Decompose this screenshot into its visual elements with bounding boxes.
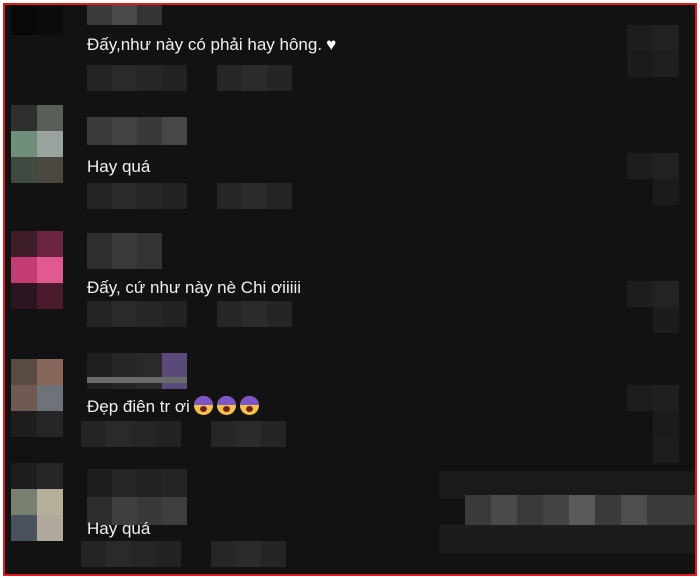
avatar-pixelated[interactable] [11,105,75,183]
comment-text: Hay quá [87,157,151,176]
pixel-cell [491,495,517,525]
white-heart-icon: ♥ [326,35,337,54]
screaming-face-icon [193,396,213,415]
comment-text: Đấy,như này có phải hay hông. ♥ [87,35,337,54]
like-controls-pixelated[interactable] [627,25,687,545]
comment-text: Hay quá [87,519,151,538]
avatar-pixelated[interactable] [11,5,75,61]
pixel-cell [543,495,569,525]
pixelated-overlay-block [439,525,695,553]
avatar-pixelated[interactable] [11,231,75,309]
screaming-face-icon [239,396,259,415]
comment-text: Đẹp điên tr ơi [87,396,259,418]
screaming-face-icon [216,396,236,415]
pixel-cell [569,495,595,525]
pixel-cell [621,495,647,525]
avatar-pixelated[interactable] [11,359,75,437]
comment-text: Đấy, cứ như này nè Chi ơiiiii [87,278,302,297]
avatar-pixelated[interactable] [11,463,75,541]
comment-feed-frame: Đấy,như này có phải hay hông. ♥ Hay quá … [3,3,697,576]
